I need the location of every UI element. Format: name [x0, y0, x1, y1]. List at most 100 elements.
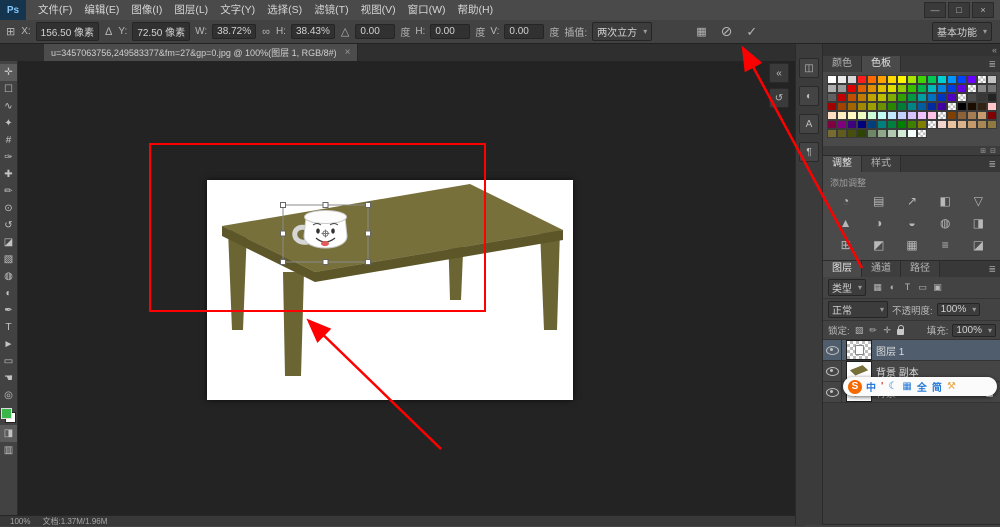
color-swatch[interactable]: [897, 75, 907, 84]
adjustment-channel-mixer-icon[interactable]: ◨: [962, 214, 995, 232]
color-swatch[interactable]: [887, 102, 897, 111]
color-swatch[interactable]: [907, 84, 917, 93]
color-swatch[interactable]: [887, 84, 897, 93]
color-swatch[interactable]: [867, 84, 877, 93]
commit-transform-icon[interactable]: ✓: [745, 24, 758, 40]
color-swatch[interactable]: [957, 75, 967, 84]
color-swatch[interactable]: [857, 84, 867, 93]
color-swatch[interactable]: [867, 129, 877, 138]
brush-tool[interactable]: ✏: [0, 183, 17, 200]
color-swatch[interactable]: [917, 102, 927, 111]
warp-mode-icon[interactable]: ▦: [695, 25, 707, 38]
color-swatch[interactable]: [887, 129, 897, 138]
color-swatch[interactable]: [927, 75, 937, 84]
color-swatch[interactable]: [957, 111, 967, 120]
menu-item[interactable]: 图像(I): [125, 0, 168, 20]
color-swatch[interactable]: [927, 84, 937, 93]
color-swatch[interactable]: [877, 111, 887, 120]
color-swatch[interactable]: [877, 120, 887, 129]
color-swatch[interactable]: [917, 120, 927, 129]
color-swatch[interactable]: [827, 120, 837, 129]
vskew-input[interactable]: 0.00: [504, 24, 545, 39]
lock-transparent-icon[interactable]: ▨: [854, 325, 865, 336]
layer-row[interactable]: 图层 1: [823, 340, 1000, 361]
clone-stamp-tool[interactable]: ⊙: [0, 200, 17, 217]
eraser-tool[interactable]: ◪: [0, 234, 17, 251]
adjustment-photo-filter-icon[interactable]: ◍: [929, 214, 962, 232]
type-tool[interactable]: T: [0, 319, 17, 336]
menu-item[interactable]: 帮助(H): [452, 0, 500, 20]
color-swatch[interactable]: [987, 75, 997, 84]
color-swatch[interactable]: [987, 102, 997, 111]
crop-tool[interactable]: #: [0, 132, 17, 149]
ime-keyboard-icon[interactable]: ▦: [900, 381, 913, 392]
color-swatch[interactable]: [857, 111, 867, 120]
color-swatch[interactable]: [927, 93, 937, 102]
hskew-input[interactable]: 0.00: [430, 24, 471, 39]
color-swatch[interactable]: [847, 129, 857, 138]
color-swatch[interactable]: [967, 102, 977, 111]
color-swatch[interactable]: [897, 84, 907, 93]
fill-select[interactable]: 100% ▾: [952, 323, 996, 337]
color-swatch[interactable]: [857, 75, 867, 84]
adjustment-hue-saturation-icon[interactable]: ▲: [829, 214, 862, 232]
collapse-panels-icon[interactable]: «: [992, 45, 997, 55]
color-swatch[interactable]: [877, 93, 887, 102]
blur-tool[interactable]: ◍: [0, 268, 17, 285]
expand-panels-icon[interactable]: «: [769, 63, 789, 83]
healing-brush-tool[interactable]: ✚: [0, 166, 17, 183]
color-swatch[interactable]: [987, 120, 997, 129]
color-swatch[interactable]: [837, 102, 847, 111]
foreground-color-chip[interactable]: [1, 408, 12, 419]
color-swatch[interactable]: [977, 102, 987, 111]
color-swatch[interactable]: [897, 120, 907, 129]
menu-item[interactable]: 文件(F): [32, 0, 78, 20]
marquee-tool[interactable]: ☐: [0, 81, 17, 98]
color-swatch[interactable]: [967, 120, 977, 129]
color-swatch[interactable]: [957, 102, 967, 111]
color-swatch[interactable]: [907, 75, 917, 84]
tab-layers[interactable]: 图层: [823, 261, 862, 277]
color-swatch[interactable]: [917, 93, 927, 102]
color-swatch[interactable]: [847, 75, 857, 84]
tab-adjustments[interactable]: 调整: [823, 156, 862, 172]
color-swatch[interactable]: [867, 75, 877, 84]
color-swatch[interactable]: [857, 129, 867, 138]
color-swatch[interactable]: [847, 120, 857, 129]
color-swatch[interactable]: [967, 84, 977, 93]
color-swatch[interactable]: [847, 102, 857, 111]
color-swatch[interactable]: [957, 120, 967, 129]
color-swatch[interactable]: [987, 111, 997, 120]
move-tool[interactable]: ✛: [0, 64, 17, 81]
color-swatch[interactable]: [857, 102, 867, 111]
color-swatch[interactable]: [947, 75, 957, 84]
lock-position-icon[interactable]: ✛: [882, 325, 893, 336]
tab-channels[interactable]: 通道: [862, 261, 901, 277]
color-swatch[interactable]: [927, 120, 937, 129]
color-swatch[interactable]: [877, 75, 887, 84]
y-input[interactable]: 72.50 像素: [132, 22, 191, 41]
color-swatch[interactable]: [847, 111, 857, 120]
paragraph-panel-icon[interactable]: ¶: [799, 142, 819, 162]
filter-pixel-layers-icon[interactable]: ▦: [870, 282, 885, 293]
height-input[interactable]: 38.43%: [290, 24, 335, 39]
color-swatch[interactable]: [837, 129, 847, 138]
visibility-toggle[interactable]: [823, 382, 842, 402]
color-swatch[interactable]: [947, 93, 957, 102]
tab-swatches[interactable]: 色板: [862, 56, 901, 72]
color-swatch[interactable]: [907, 93, 917, 102]
color-swatch[interactable]: [977, 120, 987, 129]
lock-pixels-icon[interactable]: ✏: [868, 325, 879, 336]
link-dimensions-icon[interactable]: ∞: [261, 26, 271, 38]
color-swatch[interactable]: [857, 93, 867, 102]
color-swatch[interactable]: [887, 120, 897, 129]
color-swatch[interactable]: [867, 111, 877, 120]
menu-item[interactable]: 滤镜(T): [308, 0, 354, 20]
ime-toolbar[interactable]: S 中 ' ☾ ▦ 全简 ⚒: [843, 377, 997, 396]
color-swatch[interactable]: [947, 102, 957, 111]
relative-position-icon[interactable]: Δ: [104, 26, 113, 38]
color-swatch[interactable]: [937, 84, 947, 93]
shape-tool[interactable]: ▭: [0, 353, 17, 370]
sogou-logo[interactable]: S: [848, 379, 862, 394]
ime-punctuation-icon[interactable]: ': [879, 381, 885, 392]
